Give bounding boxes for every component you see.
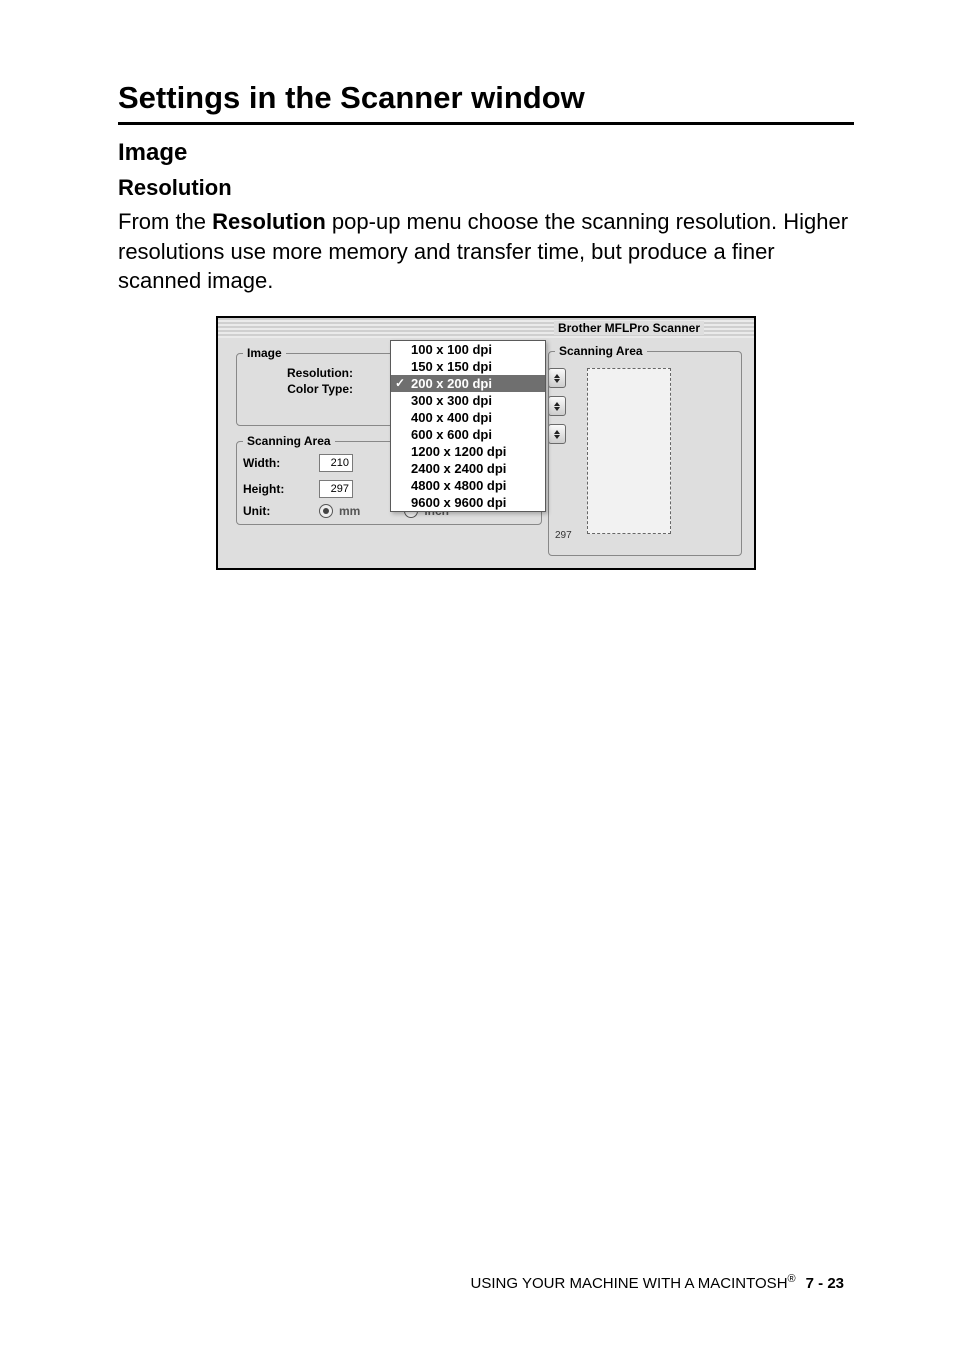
radio-mm-label: mm — [339, 504, 360, 518]
section-image-heading: Image — [118, 139, 854, 167]
resolution-menu-item[interactable]: 4800 x 4800 dpi — [391, 477, 545, 494]
group-scanning-area-left-legend: Scanning Area — [243, 434, 335, 448]
resolution-menu-item[interactable]: 300 x 300 dpi — [391, 392, 545, 409]
resolution-paragraph: From the Resolution pop-up menu choose t… — [118, 207, 854, 296]
resolution-menu-item-label: 9600 x 9600 dpi — [411, 495, 506, 510]
resolution-menu-item-label: 2400 x 2400 dpi — [411, 461, 506, 476]
resolution-menu-item-label: 150 x 150 dpi — [411, 359, 492, 374]
window-title: Brother MFLPro Scanner — [554, 321, 704, 335]
resolution-menu-item[interactable]: 400 x 400 dpi — [391, 409, 545, 426]
height-input[interactable]: 297 — [319, 480, 353, 498]
group-image-legend: Image — [243, 346, 286, 360]
scan-preview[interactable] — [587, 368, 671, 534]
radio-mm[interactable] — [319, 504, 333, 518]
right-panel: 2.1.3 Scanning Area 297 — [548, 338, 754, 568]
group-scanning-area-right-legend: Scanning Area — [555, 344, 647, 358]
resolution-menu-item-label: 1200 x 1200 dpi — [411, 444, 506, 459]
label-resolution: Resolution: — [243, 366, 353, 380]
subsection-resolution-heading: Resolution — [118, 175, 854, 201]
window-titlebar: Brother MFLPro Scanner — [218, 318, 754, 338]
check-icon: ✓ — [395, 376, 405, 390]
label-width: Width: — [243, 456, 313, 470]
preview-height-value: 297 — [555, 530, 572, 541]
resolution-menu: 100 x 100 dpi 150 x 150 dpi ✓ 200 x 200 dpi… — [390, 340, 546, 512]
para-text-1: From the — [118, 209, 212, 234]
resolution-menu-item[interactable]: ✓ 200 x 200 dpi — [391, 375, 545, 392]
resolution-menu-item-label: 200 x 200 dpi — [411, 376, 492, 391]
resolution-menu-item-label: 300 x 300 dpi — [411, 393, 492, 408]
resolution-menu-item-label: 4800 x 4800 dpi — [411, 478, 506, 493]
resolution-menu-item[interactable]: 150 x 150 dpi — [391, 358, 545, 375]
scanner-window: Brother MFLPro Scanner Image Resolution:… — [216, 316, 756, 570]
footer-registered: ® — [788, 1273, 796, 1285]
footer-page-number: 7 - 23 — [806, 1275, 844, 1292]
resolution-menu-item[interactable]: 100 x 100 dpi — [391, 341, 545, 358]
para-text-bold: Resolution — [212, 209, 326, 234]
page-footer: USING YOUR MACHINE WITH A MACINTOSH® 7 - … — [471, 1273, 844, 1292]
resolution-menu-item-label: 400 x 400 dpi — [411, 410, 492, 425]
label-colortype: Color Type: — [243, 382, 353, 396]
label-unit: Unit: — [243, 504, 313, 518]
width-input[interactable]: 210 — [319, 454, 353, 472]
group-scanning-area-right: Scanning Area 297 — [548, 344, 742, 556]
resolution-menu-item[interactable]: 600 x 600 dpi — [391, 426, 545, 443]
resolution-menu-item[interactable]: 1200 x 1200 dpi — [391, 443, 545, 460]
resolution-menu-item-label: 600 x 600 dpi — [411, 427, 492, 442]
resolution-menu-item[interactable]: 9600 x 9600 dpi — [391, 494, 545, 511]
label-height: Height: — [243, 482, 313, 496]
page-title: Settings in the Scanner window — [118, 80, 854, 116]
resolution-menu-item[interactable]: 2400 x 2400 dpi — [391, 460, 545, 477]
title-underline — [118, 122, 854, 125]
left-panel: Image Resolution: Color Type: Scanning A… — [218, 338, 548, 568]
resolution-menu-item-label: 100 x 100 dpi — [411, 342, 492, 357]
footer-text: USING YOUR MACHINE WITH A MACINTOSH — [471, 1275, 788, 1292]
